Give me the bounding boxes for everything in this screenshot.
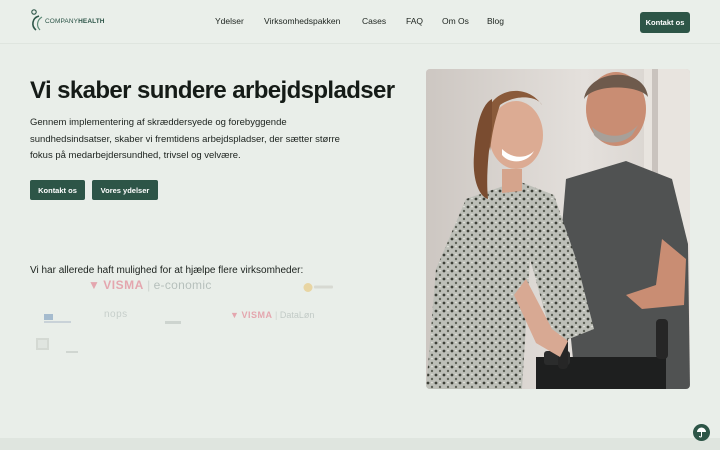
client-logo-round (303, 280, 335, 298)
logo-wordmark: COMPANYHEALTH (45, 18, 105, 25)
footer-strip (0, 438, 720, 450)
hero-title: Vi skaber sundere arbejdspladser (30, 77, 395, 104)
visma-icon-2: ▼ (230, 310, 239, 320)
nav-item-faq[interactable]: FAQ (406, 16, 423, 26)
nav-item-blog[interactable]: Blog (487, 16, 504, 26)
site-header: COMPANYHEALTH Ydelser Virksomhedspakken … (0, 0, 720, 44)
client-logo-visma-dataloen: ▼ VISMA | DataLøn (230, 310, 315, 320)
round-logo-icon (303, 283, 333, 292)
nav-item-cases[interactable]: Cases (362, 16, 386, 26)
client-logo-nops: nops (104, 309, 128, 320)
logo-icon (31, 9, 43, 31)
clients-heading: Vi har allerede haft mulighed for at hjæ… (30, 265, 304, 276)
nav-item-om-os[interactable]: Om Os (442, 16, 469, 26)
umbrella-icon[interactable] (693, 424, 710, 441)
client-logo-crest (36, 337, 49, 355)
hero-description: Gennem implementering af skræddersyede o… (30, 117, 340, 161)
client-logo-text-small (66, 341, 78, 359)
hero-photo-illustration (426, 69, 690, 389)
visma-icon: ▼ (88, 278, 100, 292)
client-logo-small (165, 313, 183, 331)
umbrella-glyph-icon (697, 427, 706, 438)
text-logo-icon (66, 351, 78, 353)
nav-item-ydelser[interactable]: Ydelser (215, 16, 244, 26)
crest-logo-icon (36, 338, 49, 350)
bank-logo-icon (44, 314, 71, 323)
nav-item-virksomhedspakken[interactable]: Virksomhedspakken (264, 16, 340, 26)
contact-button[interactable]: Kontakt os (30, 180, 85, 200)
small-logo-icon (165, 321, 181, 324)
client-logo-visma-economic: ▼ VISMA | e-conomic (88, 278, 212, 292)
company-health-logo[interactable]: COMPANYHEALTH (30, 9, 105, 33)
client-logo-bank (44, 311, 72, 329)
services-button[interactable]: Vores ydelser (92, 180, 158, 200)
contact-button-header[interactable]: Kontakt os (640, 12, 690, 33)
hero-photo (426, 69, 690, 389)
